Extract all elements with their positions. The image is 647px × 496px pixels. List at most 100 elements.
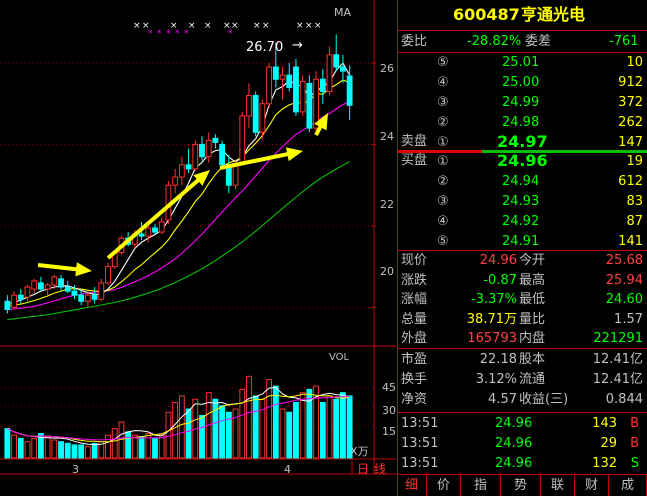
volume-bar xyxy=(259,398,266,459)
candle-body xyxy=(58,278,64,288)
candle-body xyxy=(333,54,340,68)
candle-body xyxy=(246,95,252,117)
buy-volume: 83 xyxy=(626,194,643,209)
tick-volume: 132 xyxy=(592,456,617,471)
buy-level-icon: ① xyxy=(437,154,449,169)
signal-star-icon: * xyxy=(184,29,189,39)
sell-volume: 147 xyxy=(618,135,643,150)
panel-tab-4[interactable]: 联 xyxy=(541,475,575,496)
fund-value: 3.12% xyxy=(475,372,517,387)
volume-bar xyxy=(24,441,31,459)
y-tick-22: 22 xyxy=(380,198,394,211)
volume-bar xyxy=(145,433,152,459)
sell-volume: 912 xyxy=(618,75,643,90)
sell-volume: 10 xyxy=(626,55,643,70)
volume-bar xyxy=(78,444,85,459)
quote-label: 总量 xyxy=(401,311,428,327)
signal-star-icon: * xyxy=(157,29,162,39)
kline-chart[interactable]: × × × × × × × × × × × ×* * * * * * xyxy=(0,0,397,496)
panel-tab-2[interactable]: 指 xyxy=(461,475,501,496)
candle-body xyxy=(84,294,91,302)
quote-value: 24.96 xyxy=(479,253,517,268)
candle-body xyxy=(172,176,179,186)
vol-tick-30: 30 xyxy=(382,404,396,417)
quote-value: 25.94 xyxy=(605,272,643,288)
volume-bar xyxy=(199,415,205,459)
candle-body xyxy=(178,164,185,178)
buy-level-icon: ⑤ xyxy=(437,234,449,249)
weicha-value: -761 xyxy=(609,34,639,49)
period-tab-day[interactable]: 日 xyxy=(357,461,369,477)
sell-level-icon: ② xyxy=(437,115,449,130)
volume-bar xyxy=(125,431,132,459)
volume-bar xyxy=(286,411,293,459)
candle-body xyxy=(185,164,192,170)
panel-tab-0[interactable]: 细 xyxy=(397,475,427,496)
signal-star-icon: * xyxy=(228,29,233,39)
fund-value: 12.41亿 xyxy=(592,352,643,367)
panel-tab-1[interactable]: 价 xyxy=(427,475,461,496)
period-tab-line[interactable]: 线 xyxy=(374,461,386,477)
panel-tab-6[interactable]: 成 xyxy=(609,475,647,496)
sell-level-icon: ⑤ xyxy=(437,55,449,70)
quote-value: 221291 xyxy=(593,331,643,346)
quote-label: 最低 xyxy=(519,292,546,307)
candle-body xyxy=(105,266,111,284)
sell-side-label: 卖盘 xyxy=(401,134,428,149)
volume-bar xyxy=(172,401,179,459)
candle-body xyxy=(272,66,279,80)
fund-label: 股本 xyxy=(519,352,546,367)
panel-tab-3[interactable]: 势 xyxy=(501,475,541,496)
candle-body xyxy=(17,294,24,300)
y-tick-26: 26 xyxy=(380,62,394,75)
panel-tab-5[interactable]: 财 xyxy=(575,475,609,496)
candle-body xyxy=(192,143,199,170)
buy-side-label: 买盘 xyxy=(401,153,428,168)
candle-body xyxy=(4,300,11,310)
sell-price: 25.01 xyxy=(502,55,540,70)
sell-volume: 262 xyxy=(618,115,643,130)
fund-label: 换手 xyxy=(401,372,428,387)
tick-side: S xyxy=(630,456,639,471)
signal-star-icon: * xyxy=(175,29,180,39)
sell-level-icon: ① xyxy=(437,135,449,150)
candle-body xyxy=(239,115,246,164)
volume-bar xyxy=(212,398,219,459)
candle-body xyxy=(232,164,239,186)
book-divider-green xyxy=(482,150,647,153)
quote-label: 最高 xyxy=(519,272,546,288)
candle-body xyxy=(31,280,38,290)
fund-label: 流通 xyxy=(519,372,546,387)
volume-bar xyxy=(326,395,333,459)
weibi-ratio: -28.82% xyxy=(467,34,522,49)
volume-bar xyxy=(91,442,98,459)
quote-value: 1.57 xyxy=(614,311,643,327)
vol-tick-45: 45 xyxy=(382,381,396,394)
signal-cross-icon: × xyxy=(204,21,212,31)
volume-bar xyxy=(4,428,11,459)
quote-value: 165793 xyxy=(467,331,517,346)
candle-body xyxy=(340,66,346,72)
candle-body xyxy=(286,74,293,88)
quote-value: 25.68 xyxy=(605,253,643,268)
weibi-divider xyxy=(397,52,647,53)
quote-label: 内盘 xyxy=(519,331,546,346)
volume-bar xyxy=(178,395,185,459)
signal-cross-icon: × xyxy=(314,21,322,31)
fund-bottom-divider xyxy=(397,412,647,413)
sell-price: 24.99 xyxy=(502,95,540,110)
candle-body xyxy=(259,103,266,133)
signal-cross-icon: × xyxy=(253,21,261,31)
volume-bar xyxy=(266,379,273,459)
candle-body xyxy=(44,284,51,290)
vol-unit: X万 xyxy=(350,445,369,458)
candle-body xyxy=(51,276,58,286)
price-peak-label: 26.70 xyxy=(246,40,284,55)
y-tick-20: 20 xyxy=(380,265,394,278)
tick-side: B xyxy=(630,436,639,451)
candle-body xyxy=(145,227,152,237)
candle-body xyxy=(266,66,273,105)
buy-volume: 141 xyxy=(618,234,643,249)
date-label-3: 3 xyxy=(72,463,79,476)
fund-label: 市盈 xyxy=(401,352,428,367)
